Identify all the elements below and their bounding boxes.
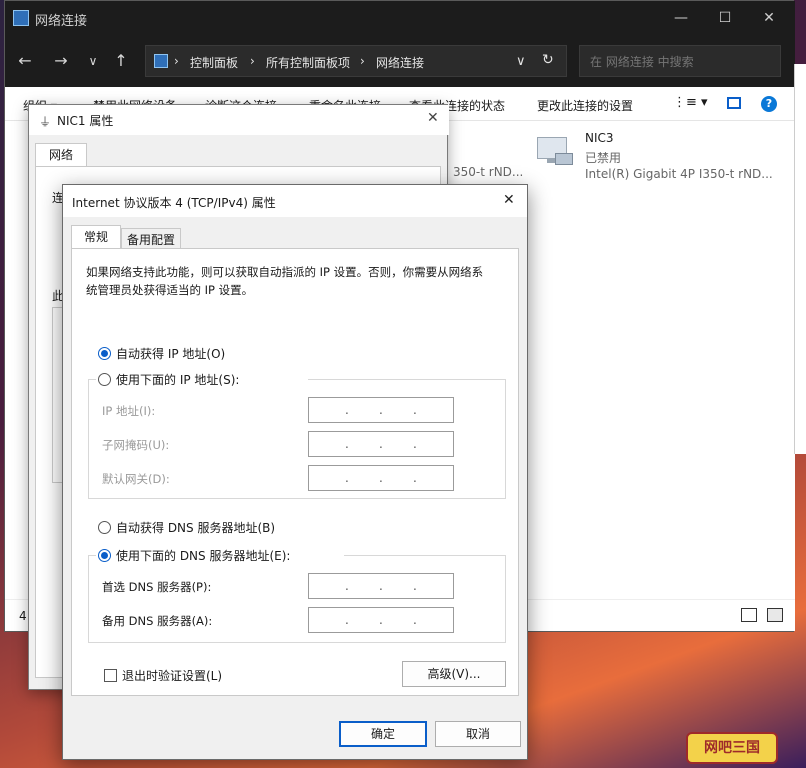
network-folder-icon (13, 10, 29, 26)
gateway-field[interactable]: ... (308, 465, 454, 491)
manual-dns-radio[interactable] (98, 549, 111, 562)
breadcrumb-all-items[interactable]: 所有控制面板项 (266, 54, 350, 71)
cancel-button[interactable]: 取消 (435, 721, 521, 747)
network-adapter-icon (533, 135, 575, 169)
ip-address-field[interactable]: ... (308, 397, 454, 423)
description-text: 如果网络支持此功能，则可以获取自动指派的 IP 设置。否则，你需要从网络系统管理… (86, 265, 484, 297)
primary-dns-field[interactable]: ... (308, 573, 454, 599)
ipv4-properties-dialog: Internet 协议版本 4 (TCP/IPv4) 属性 ✕ 常规 备用配置 … (62, 184, 528, 760)
subnet-mask-label: 子网掩码(U): (102, 438, 170, 452)
forward-icon[interactable]: → (51, 51, 71, 71)
refresh-icon[interactable]: ↻ (542, 52, 554, 68)
path-box[interactable]: › 控制面板 › 所有控制面板项 › 网络连接 ∨ ↻ (145, 45, 567, 77)
watermark-logo: 网吧三国 (686, 732, 778, 764)
advanced-button[interactable]: 高级(V)... (402, 661, 506, 687)
adapter-device: Intel(R) Gigabit 4P I350-t rND... (585, 167, 773, 181)
ipv4-title-bar: Internet 协议版本 4 (TCP/IPv4) 属性 ✕ (63, 185, 527, 217)
ip-address-label: IP 地址(I): (102, 404, 156, 418)
change-settings-button[interactable]: 更改此连接的设置 (537, 97, 633, 114)
close-button[interactable]: ✕ (749, 5, 789, 31)
tab-network[interactable]: 网络 (35, 143, 87, 167)
nic-plug-icon: ⏚ (39, 115, 52, 129)
adapter-device-partial: 350-t rND... (453, 165, 524, 179)
tiles-view-icon[interactable] (767, 608, 783, 622)
help-icon[interactable]: ? (761, 96, 777, 112)
back-icon[interactable]: ← (15, 51, 35, 71)
up-icon[interactable]: ↑ (111, 51, 131, 71)
background-window-edge (794, 64, 806, 454)
auto-dns-radio[interactable] (98, 521, 111, 534)
manual-ip-radio[interactable] (98, 373, 111, 386)
maximize-button[interactable]: ☐ (705, 5, 745, 31)
control-panel-icon (154, 54, 168, 68)
validate-checkbox[interactable] (104, 669, 117, 682)
breadcrumb-control-panel[interactable]: 控制面板 (190, 54, 238, 71)
validate-label[interactable]: 退出时验证设置(L) (122, 667, 222, 684)
auto-ip-label[interactable]: 自动获得 IP 地址(O) (116, 345, 225, 362)
auto-dns-label[interactable]: 自动获得 DNS 服务器地址(B) (116, 519, 275, 536)
adapter-nic3[interactable]: NIC3 已禁用 Intel(R) Gigabit 4P I350-t rND.… (533, 131, 783, 187)
gateway-label: 默认网关(D): (102, 472, 170, 486)
tab-general[interactable]: 常规 (71, 225, 121, 249)
subnet-mask-field[interactable]: ... (308, 431, 454, 457)
ipv4-close-button[interactable]: ✕ (503, 192, 515, 208)
adapter-state: 已禁用 (585, 151, 622, 165)
search-input[interactable] (590, 53, 770, 71)
nic1-title-bar: ⏚ NIC1 属性 ✕ (29, 105, 449, 135)
view-options-icon[interactable]: ⋮≡ ▾ (673, 95, 708, 110)
manual-ip-label[interactable]: 使用下面的 IP 地址(S): (116, 371, 239, 388)
item-count: 4 (19, 609, 27, 623)
alternate-dns-label: 备用 DNS 服务器(A): (102, 614, 213, 628)
nic1-close-button[interactable]: ✕ (427, 110, 439, 126)
details-view-icon[interactable] (741, 608, 757, 622)
minimize-button[interactable]: — (661, 5, 701, 31)
ok-button[interactable]: 确定 (339, 721, 427, 747)
window-title: 网络连接 (35, 14, 88, 29)
breadcrumb-network[interactable]: 网络连接 (376, 54, 424, 71)
preview-pane-icon[interactable] (727, 97, 741, 109)
nic1-title: NIC1 属性 (57, 114, 114, 128)
ipv4-general-panel: 如果网络支持此功能，则可以获取自动指派的 IP 设置。否则，你需要从网络系统管理… (71, 248, 519, 696)
path-dropdown-icon[interactable]: ∨ (516, 54, 526, 69)
title-bar: 网络连接 — ☐ ✕ (5, 1, 795, 37)
recent-dropdown-icon[interactable]: ∨ (83, 51, 103, 71)
adapter-name: NIC3 (585, 131, 614, 145)
alternate-dns-field[interactable]: ... (308, 607, 454, 633)
auto-ip-radio[interactable] (98, 347, 111, 360)
ipv4-title: Internet 协议版本 4 (TCP/IPv4) 属性 (72, 196, 276, 210)
search-box[interactable] (579, 45, 781, 77)
primary-dns-label: 首选 DNS 服务器(P): (102, 580, 212, 594)
address-bar: ← → ∨ ↑ › 控制面板 › 所有控制面板项 › 网络连接 ∨ ↻ (5, 37, 795, 87)
manual-dns-label[interactable]: 使用下面的 DNS 服务器地址(E): (116, 547, 290, 564)
